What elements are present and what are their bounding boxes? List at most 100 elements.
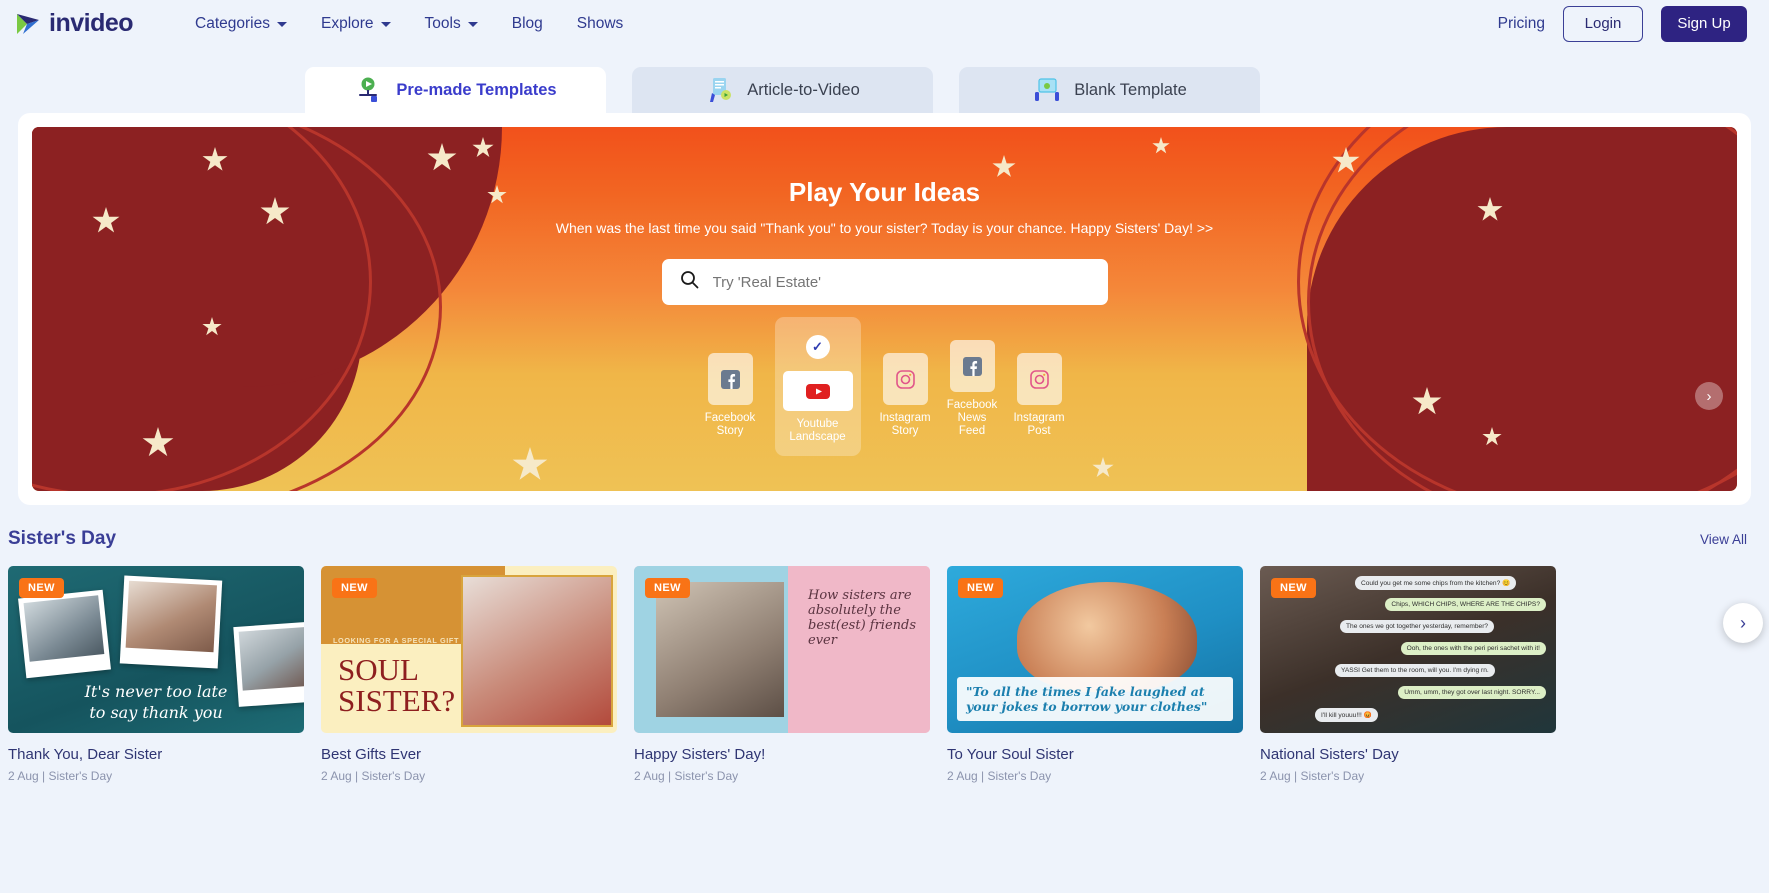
tab-pre-made-templates[interactable]: Pre-made Templates: [305, 67, 606, 113]
chip-label: Facebook Story: [704, 412, 756, 437]
template-card[interactable]: NEW How sisters are absolutely the best(…: [634, 566, 930, 783]
chat-bubble: I'll kill youuu!!! 😡: [1315, 708, 1378, 722]
video-template-icon: [354, 75, 384, 105]
thumbnail-caption: How sisters are absolutely the best(est)…: [808, 588, 917, 648]
nav-label: Explore: [320, 14, 374, 32]
thumb-photo: [461, 575, 613, 727]
chip-label: Instagram Story: [879, 412, 931, 437]
caption-line-1: "To all the times I fake laughed at: [966, 684, 1205, 699]
youtube-icon: [782, 371, 853, 411]
main-nav: Categories Explore Tools Blog Shows: [195, 15, 623, 33]
chip-label: Instagram Post: [1013, 412, 1065, 437]
card-meta: 2 Aug | Sister's Day: [321, 769, 426, 783]
thumbnail-caption: It's never too late to say thank you: [8, 681, 304, 723]
chat-bubble: Ooh, the ones with the peri peri sachet …: [1400, 642, 1546, 655]
card-meta: 2 Aug | Sister's Day: [634, 769, 739, 783]
thumbnail-caption: "To all the times I fake laughed at your…: [957, 677, 1233, 721]
instagram-icon: [882, 353, 928, 405]
template-card[interactable]: NEW "To all the times I fake laughed at …: [947, 566, 1243, 783]
chevron-down-icon: [467, 22, 478, 27]
tab-article-to-video[interactable]: Article-to-Video: [632, 67, 933, 113]
view-all-link[interactable]: View All: [1700, 532, 1747, 547]
format-chip-youtube-landscape[interactable]: ✓ Youtube Landscape: [774, 317, 861, 456]
hero-panel: Play Your Ideas When was the last time y…: [18, 113, 1751, 505]
nav-item-tools[interactable]: Tools: [425, 15, 478, 33]
chat-bubble: Could you get me some chips from the kit…: [1355, 576, 1517, 590]
thumb-photo: [1017, 582, 1197, 692]
caption-line-2: your jokes to borrow your clothes": [966, 699, 1208, 714]
template-card[interactable]: NEW Could you get me some chips from the…: [1260, 566, 1556, 783]
logo[interactable]: invideo: [14, 9, 134, 38]
card-title: Happy Sisters' Day!: [634, 746, 766, 763]
decor-star: [1152, 137, 1170, 154]
hero-subtitle: When was the last time you said "Thank y…: [555, 220, 1214, 236]
article-document-icon: [705, 75, 735, 105]
logo-text: invideo: [49, 9, 134, 37]
section-header: Sister's Day View All: [0, 505, 1769, 550]
template-carousel: NEW It's never too late to say thank you…: [0, 550, 1769, 783]
nav-item-blog[interactable]: Blog: [512, 15, 543, 33]
format-chip-instagram-post[interactable]: Instagram Post: [1013, 353, 1065, 438]
status-badge: NEW: [958, 578, 1003, 598]
header-actions: Pricing Login Sign Up: [1498, 5, 1747, 42]
chat-bubble: Chips, WHICH CHIPS, WHERE ARE THE CHIPS?: [1385, 598, 1546, 611]
decor-star: [512, 447, 548, 480]
template-thumbnail: NEW It's never too late to say thank you: [8, 566, 304, 733]
blank-canvas-icon: [1032, 75, 1062, 105]
chat-bubble: YASSI Get them to the room, will you. I'…: [1335, 664, 1495, 677]
headline-line-2: SISTER?: [338, 683, 456, 718]
template-thumbnail: NEW Could you get me some chips from the…: [1260, 566, 1556, 733]
nav-label: Tools: [424, 14, 461, 32]
nav-item-shows[interactable]: Shows: [577, 15, 624, 33]
site-header: invideo Categories Explore Tools Blog Sh…: [0, 0, 1769, 47]
card-title: Thank You, Dear Sister: [8, 746, 163, 763]
chevron-down-icon: [380, 22, 391, 27]
format-chip-facebook-story[interactable]: Facebook Story: [704, 353, 756, 438]
format-chip-facebook-news-feed[interactable]: Facebook News Feed: [946, 340, 998, 438]
caption-line-2: to say thank you: [89, 703, 223, 722]
chip-label: Youtube Landscape: [789, 418, 846, 443]
nav-item-explore[interactable]: Explore: [321, 15, 391, 33]
template-thumbnail: NEW "To all the times I fake laughed at …: [947, 566, 1243, 733]
status-badge: NEW: [332, 578, 377, 598]
card-title: To Your Soul Sister: [947, 746, 1074, 763]
template-thumbnail: NEW LOOKING FOR A SPECIAL GIFT FOR YOUR …: [321, 566, 617, 733]
decor-star: [992, 155, 1016, 177]
thumb-photo: [656, 582, 784, 717]
status-badge: NEW: [645, 578, 690, 598]
thumbnail-headline: SOUL SISTER?: [338, 654, 455, 716]
check-icon: ✓: [805, 335, 830, 359]
tab-blank-template[interactable]: Blank Template: [959, 67, 1260, 113]
template-card[interactable]: NEW It's never too late to say thank you…: [8, 566, 304, 783]
nav-item-categories[interactable]: Categories: [195, 15, 287, 33]
facebook-icon: [707, 353, 753, 405]
chip-label: Facebook News Feed: [946, 399, 998, 437]
polaroid-photo: [18, 589, 111, 679]
login-button[interactable]: Login: [1563, 5, 1643, 42]
pricing-link[interactable]: Pricing: [1498, 15, 1545, 33]
carousel-next-button[interactable]: ›: [1723, 603, 1763, 643]
caption-line-1: It's never too late: [84, 682, 228, 701]
chat-bubble: The ones we got together yesterday, reme…: [1340, 620, 1495, 633]
decor-star: [1092, 457, 1114, 478]
headline-line-1: SOUL: [338, 652, 419, 687]
template-card[interactable]: NEW LOOKING FOR A SPECIAL GIFT FOR YOUR …: [321, 566, 617, 783]
status-badge: NEW: [1271, 578, 1316, 598]
hero-next-arrow-button[interactable]: ›: [1695, 382, 1723, 410]
hero-title: Play Your Ideas: [788, 177, 981, 207]
hero-banner: Play Your Ideas When was the last time y…: [32, 127, 1737, 491]
status-badge: NEW: [19, 578, 64, 598]
chevron-down-icon: [276, 22, 287, 27]
signup-button[interactable]: Sign Up: [1661, 5, 1747, 42]
format-chip-instagram-story[interactable]: Instagram Story: [879, 353, 931, 438]
card-meta: 2 Aug | Sister's Day: [947, 769, 1052, 783]
search-input[interactable]: [712, 259, 1108, 305]
card-meta: 2 Aug | Sister's Day: [1260, 769, 1365, 783]
invideo-play-logo-icon: [14, 10, 42, 38]
card-title: National Sisters' Day: [1260, 746, 1399, 763]
template-search-bar[interactable]: [661, 259, 1108, 305]
template-thumbnail: NEW How sisters are absolutely the best(…: [634, 566, 930, 733]
template-mode-tabs: Pre-made Templates Article-to-Video Blan…: [0, 67, 1769, 113]
instagram-icon: [1016, 353, 1062, 405]
polaroid-photo: [119, 575, 223, 669]
